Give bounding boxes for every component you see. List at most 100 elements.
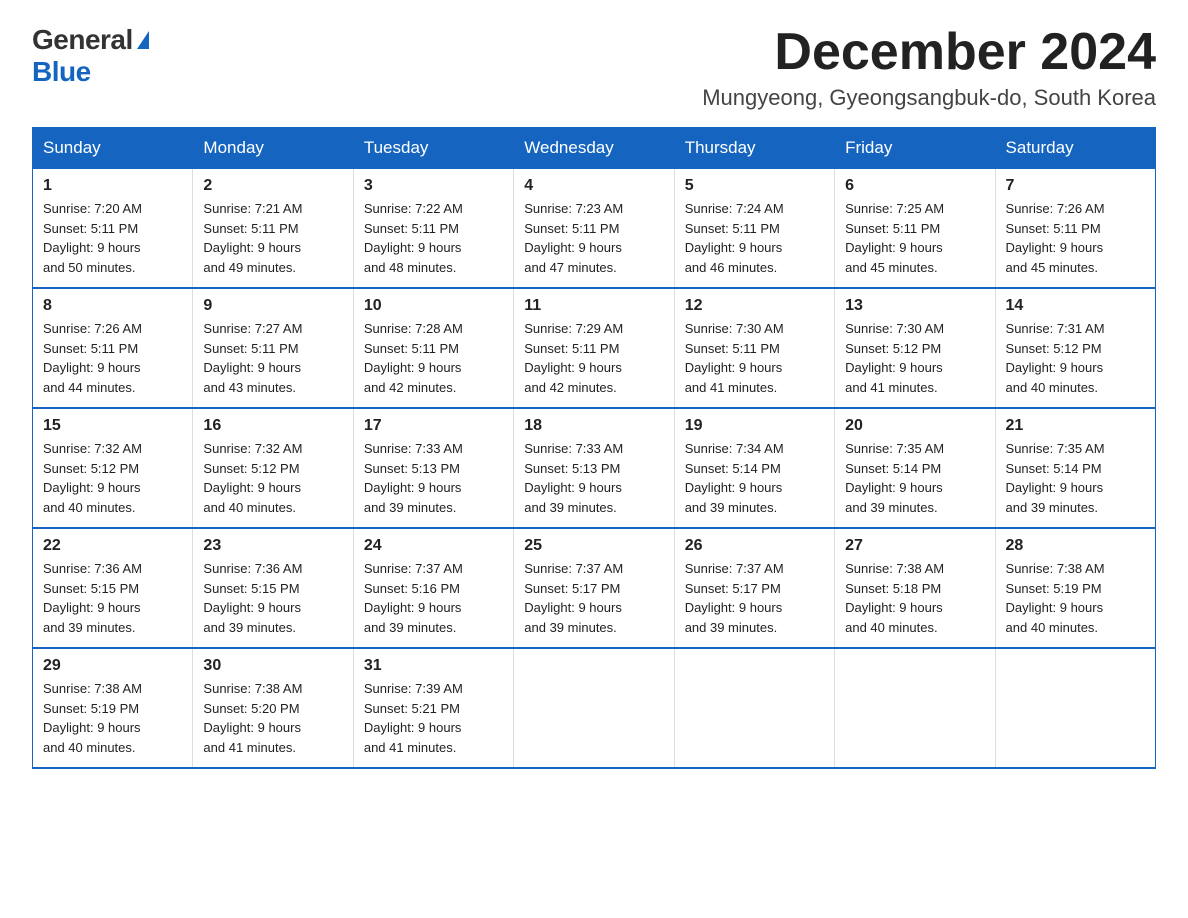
calendar-cell: 21 Sunrise: 7:35 AMSunset: 5:14 PMDayligh… xyxy=(995,408,1155,528)
day-info: Sunrise: 7:30 AMSunset: 5:12 PMDaylight:… xyxy=(845,319,984,397)
day-info: Sunrise: 7:35 AMSunset: 5:14 PMDaylight:… xyxy=(1006,439,1145,517)
weekday-header-tuesday: Tuesday xyxy=(353,128,513,169)
calendar-cell: 9 Sunrise: 7:27 AMSunset: 5:11 PMDaylight… xyxy=(193,288,353,408)
day-info: Sunrise: 7:37 AMSunset: 5:17 PMDaylight:… xyxy=(524,559,663,637)
day-info: Sunrise: 7:37 AMSunset: 5:17 PMDaylight:… xyxy=(685,559,824,637)
day-info: Sunrise: 7:29 AMSunset: 5:11 PMDaylight:… xyxy=(524,319,663,397)
calendar-cell: 3 Sunrise: 7:22 AMSunset: 5:11 PMDaylight… xyxy=(353,169,513,289)
calendar-cell xyxy=(995,648,1155,768)
title-block: December 2024 Mungyeong, Gyeongsangbuk-d… xyxy=(702,24,1156,111)
day-info: Sunrise: 7:38 AMSunset: 5:19 PMDaylight:… xyxy=(43,679,182,757)
day-number: 29 xyxy=(43,657,182,675)
calendar-week-row: 8Sunrise: 7:26 AMSunset: 5:11 PMDaylight… xyxy=(33,288,1156,408)
calendar-week-row: 22 Sunrise: 7:36 AMSunset: 5:15 PMDayligh… xyxy=(33,528,1156,648)
calendar-cell: 13 Sunrise: 7:30 AMSunset: 5:12 PMDayligh… xyxy=(835,288,995,408)
calendar-cell: 16 Sunrise: 7:32 AMSunset: 5:12 PMDayligh… xyxy=(193,408,353,528)
day-number: 11 xyxy=(524,297,663,315)
day-info: Sunrise: 7:33 AMSunset: 5:13 PMDaylight:… xyxy=(524,439,663,517)
calendar-cell: 4Sunrise: 7:23 AMSunset: 5:11 PMDaylight… xyxy=(514,169,674,289)
day-info: Sunrise: 7:22 AMSunset: 5:11 PMDaylight:… xyxy=(364,199,503,277)
calendar-cell: 1Sunrise: 7:20 AMSunset: 5:11 PMDaylight… xyxy=(33,169,193,289)
calendar-cell: 8Sunrise: 7:26 AMSunset: 5:11 PMDaylight… xyxy=(33,288,193,408)
day-number: 20 xyxy=(845,417,984,435)
calendar-cell: 26 Sunrise: 7:37 AMSunset: 5:17 PMDayligh… xyxy=(674,528,834,648)
day-number: 13 xyxy=(845,297,984,315)
calendar-cell: 12 Sunrise: 7:30 AMSunset: 5:11 PMDayligh… xyxy=(674,288,834,408)
calendar-cell: 25 Sunrise: 7:37 AMSunset: 5:17 PMDayligh… xyxy=(514,528,674,648)
calendar-cell: 29 Sunrise: 7:38 AMSunset: 5:19 PMDayligh… xyxy=(33,648,193,768)
day-info: Sunrise: 7:32 AMSunset: 5:12 PMDaylight:… xyxy=(203,439,342,517)
day-info: Sunrise: 7:26 AMSunset: 5:11 PMDaylight:… xyxy=(43,319,182,397)
day-info: Sunrise: 7:32 AMSunset: 5:12 PMDaylight:… xyxy=(43,439,182,517)
logo-blue-text: Blue xyxy=(32,56,91,88)
day-number: 28 xyxy=(1006,537,1145,555)
calendar-cell: 24 Sunrise: 7:37 AMSunset: 5:16 PMDayligh… xyxy=(353,528,513,648)
weekday-header-monday: Monday xyxy=(193,128,353,169)
day-info: Sunrise: 7:21 AMSunset: 5:11 PMDaylight:… xyxy=(203,199,342,277)
day-number: 2 xyxy=(203,177,342,195)
day-info: Sunrise: 7:26 AMSunset: 5:11 PMDaylight:… xyxy=(1006,199,1145,277)
day-info: Sunrise: 7:34 AMSunset: 5:14 PMDaylight:… xyxy=(685,439,824,517)
day-info: Sunrise: 7:24 AMSunset: 5:11 PMDaylight:… xyxy=(685,199,824,277)
day-info: Sunrise: 7:31 AMSunset: 5:12 PMDaylight:… xyxy=(1006,319,1145,397)
day-number: 24 xyxy=(364,537,503,555)
day-info: Sunrise: 7:36 AMSunset: 5:15 PMDaylight:… xyxy=(203,559,342,637)
weekday-header-friday: Friday xyxy=(835,128,995,169)
day-number: 18 xyxy=(524,417,663,435)
day-info: Sunrise: 7:28 AMSunset: 5:11 PMDaylight:… xyxy=(364,319,503,397)
day-number: 25 xyxy=(524,537,663,555)
day-number: 15 xyxy=(43,417,182,435)
day-number: 21 xyxy=(1006,417,1145,435)
calendar-week-row: 29 Sunrise: 7:38 AMSunset: 5:19 PMDayligh… xyxy=(33,648,1156,768)
month-year-title: December 2024 xyxy=(702,24,1156,81)
day-info: Sunrise: 7:27 AMSunset: 5:11 PMDaylight:… xyxy=(203,319,342,397)
day-info: Sunrise: 7:36 AMSunset: 5:15 PMDaylight:… xyxy=(43,559,182,637)
day-info: Sunrise: 7:39 AMSunset: 5:21 PMDaylight:… xyxy=(364,679,503,757)
day-number: 12 xyxy=(685,297,824,315)
day-info: Sunrise: 7:37 AMSunset: 5:16 PMDaylight:… xyxy=(364,559,503,637)
day-info: Sunrise: 7:35 AMSunset: 5:14 PMDaylight:… xyxy=(845,439,984,517)
calendar-cell xyxy=(835,648,995,768)
calendar-cell: 11 Sunrise: 7:29 AMSunset: 5:11 PMDayligh… xyxy=(514,288,674,408)
day-number: 30 xyxy=(203,657,342,675)
location-subtitle: Mungyeong, Gyeongsangbuk-do, South Korea xyxy=(702,85,1156,111)
calendar-week-row: 15 Sunrise: 7:32 AMSunset: 5:12 PMDayligh… xyxy=(33,408,1156,528)
day-number: 22 xyxy=(43,537,182,555)
day-number: 3 xyxy=(364,177,503,195)
day-info: Sunrise: 7:38 AMSunset: 5:20 PMDaylight:… xyxy=(203,679,342,757)
page-header: General Blue December 2024 Mungyeong, Gy… xyxy=(32,24,1156,111)
day-info: Sunrise: 7:30 AMSunset: 5:11 PMDaylight:… xyxy=(685,319,824,397)
calendar-cell: 30 Sunrise: 7:38 AMSunset: 5:20 PMDayligh… xyxy=(193,648,353,768)
calendar-cell: 19Sunrise: 7:34 AMSunset: 5:14 PMDayligh… xyxy=(674,408,834,528)
calendar-cell: 10Sunrise: 7:28 AMSunset: 5:11 PMDayligh… xyxy=(353,288,513,408)
calendar-cell: 23 Sunrise: 7:36 AMSunset: 5:15 PMDayligh… xyxy=(193,528,353,648)
day-number: 17 xyxy=(364,417,503,435)
logo: General Blue xyxy=(32,24,149,88)
calendar-cell: 17 Sunrise: 7:33 AMSunset: 5:13 PMDayligh… xyxy=(353,408,513,528)
day-info: Sunrise: 7:38 AMSunset: 5:18 PMDaylight:… xyxy=(845,559,984,637)
calendar-cell: 18 Sunrise: 7:33 AMSunset: 5:13 PMDayligh… xyxy=(514,408,674,528)
weekday-header-thursday: Thursday xyxy=(674,128,834,169)
day-number: 16 xyxy=(203,417,342,435)
calendar-cell: 7Sunrise: 7:26 AMSunset: 5:11 PMDaylight… xyxy=(995,169,1155,289)
day-info: Sunrise: 7:33 AMSunset: 5:13 PMDaylight:… xyxy=(364,439,503,517)
day-number: 14 xyxy=(1006,297,1145,315)
logo-general-text: General xyxy=(32,24,133,56)
calendar-cell: 15 Sunrise: 7:32 AMSunset: 5:12 PMDayligh… xyxy=(33,408,193,528)
calendar-cell xyxy=(514,648,674,768)
day-number: 27 xyxy=(845,537,984,555)
calendar-cell: 5Sunrise: 7:24 AMSunset: 5:11 PMDaylight… xyxy=(674,169,834,289)
calendar-cell: 27 Sunrise: 7:38 AMSunset: 5:18 PMDayligh… xyxy=(835,528,995,648)
calendar-cell: 20 Sunrise: 7:35 AMSunset: 5:14 PMDayligh… xyxy=(835,408,995,528)
weekday-header-saturday: Saturday xyxy=(995,128,1155,169)
calendar-table: SundayMondayTuesdayWednesdayThursdayFrid… xyxy=(32,127,1156,769)
calendar-cell: 2 Sunrise: 7:21 AMSunset: 5:11 PMDaylight… xyxy=(193,169,353,289)
day-number: 26 xyxy=(685,537,824,555)
day-number: 23 xyxy=(203,537,342,555)
calendar-cell: 14 Sunrise: 7:31 AMSunset: 5:12 PMDayligh… xyxy=(995,288,1155,408)
day-number: 9 xyxy=(203,297,342,315)
logo-triangle-icon xyxy=(137,31,149,49)
calendar-cell: 22 Sunrise: 7:36 AMSunset: 5:15 PMDayligh… xyxy=(33,528,193,648)
calendar-cell: 31Sunrise: 7:39 AMSunset: 5:21 PMDayligh… xyxy=(353,648,513,768)
calendar-cell: 6Sunrise: 7:25 AMSunset: 5:11 PMDaylight… xyxy=(835,169,995,289)
